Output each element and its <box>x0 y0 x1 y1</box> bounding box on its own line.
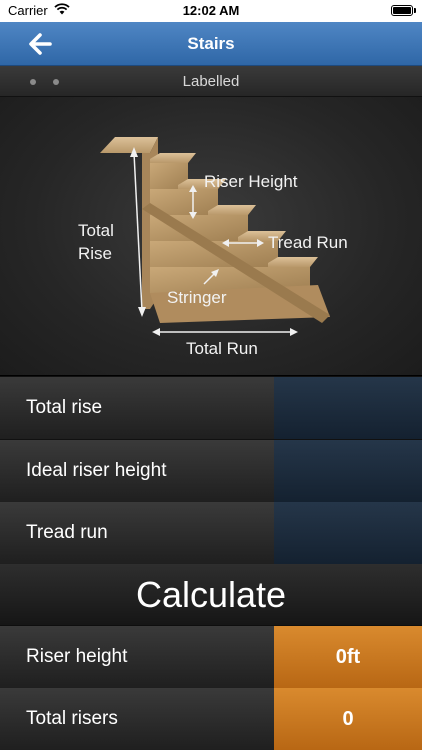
riser-height-result-row: Riser height 0ft <box>0 626 422 688</box>
total-rise-row: Total rise <box>0 377 422 439</box>
total-rise-label: Total rise <box>0 377 274 439</box>
battery-icon <box>391 5 413 16</box>
page-title: Stairs <box>187 34 235 53</box>
pager-label: Labelled <box>182 73 240 90</box>
tread-run-label: Tread Run <box>268 233 348 252</box>
calculate-button[interactable]: Calculate <box>0 564 422 626</box>
stairs-illustration <box>100 137 330 336</box>
navigation-bar: Stairs <box>0 22 422 66</box>
tread-run-input[interactable] <box>274 502 422 564</box>
diagram-pager[interactable]: Labelled <box>0 66 422 97</box>
ideal-riser-height-row: Ideal riser height <box>0 440 422 502</box>
battery-cap <box>414 8 416 13</box>
total-rise-label-line1: Total <box>78 221 114 240</box>
riser-height-label: Riser Height <box>204 172 298 191</box>
total-rise-label-line2: Rise <box>78 244 113 263</box>
total-risers-result-row: Total risers 0 <box>0 688 422 750</box>
stairs-diagram: Total Rise Riser Height Tread Run String… <box>0 97 422 376</box>
total-run-label: Total Run <box>186 339 258 358</box>
total-risers-result-value: 0 <box>274 688 422 750</box>
total-risers-result-label: Total risers <box>0 688 274 750</box>
riser-height-result-value: 0ft <box>274 626 422 688</box>
ideal-riser-height-input[interactable] <box>274 440 422 502</box>
riser-height-result-label: Riser height <box>0 626 274 688</box>
tread-run-row: Tread run <box>0 502 422 564</box>
stringer-label: Stringer <box>167 288 227 307</box>
ideal-riser-height-label: Ideal riser height <box>0 440 274 502</box>
total-rise-input[interactable] <box>274 377 422 439</box>
status-bar: Carrier 12:02 AM <box>0 0 422 22</box>
status-time: 12:02 AM <box>182 3 240 18</box>
tread-run-field-label: Tread run <box>0 502 274 564</box>
